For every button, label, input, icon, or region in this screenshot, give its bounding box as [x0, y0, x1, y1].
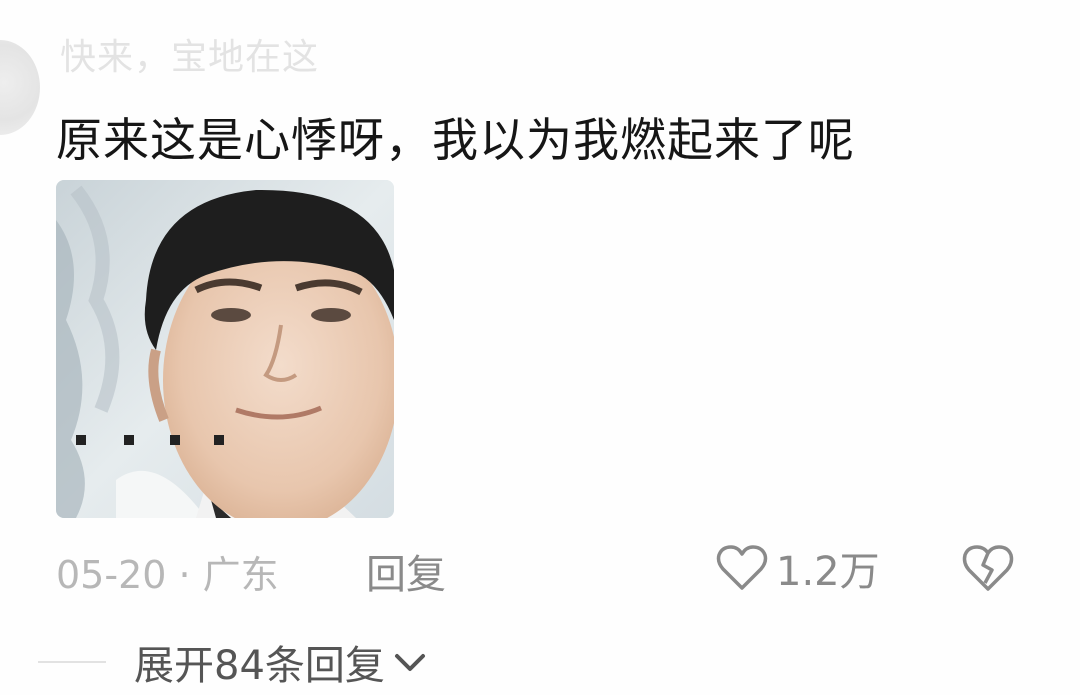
like-count: 1.2万 — [776, 549, 880, 595]
expand-replies-label: 展开84条回复 — [134, 643, 385, 689]
reply-button[interactable]: 回复 — [366, 542, 446, 600]
comment-meta: 05-20 · 广东 回复 1.2万 — [56, 540, 1046, 598]
divider-line — [38, 661, 106, 663]
date-location: 05-20 · 广东 — [56, 553, 279, 597]
avatar[interactable] — [0, 40, 40, 135]
username[interactable]: 快来，宝地在这 — [60, 28, 319, 80]
expand-replies-button[interactable]: 展开84条回复 — [38, 636, 427, 689]
comment-screen: 快来，宝地在这 原来这是心悸呀，我以为我燃起来了呢 05-20 · 广东 回复 … — [0, 0, 1080, 695]
chevron-down-icon — [393, 650, 427, 674]
dislike-button[interactable] — [961, 540, 1015, 596]
meme-image[interactable] — [56, 180, 394, 518]
heart-icon — [716, 545, 768, 590]
like-button[interactable]: 1.2万 — [716, 540, 880, 596]
comment-text: 原来这是心悸呀，我以为我燃起来了呢 — [56, 113, 855, 167]
broken-heart-icon — [962, 545, 1014, 591]
meme-photo-icon — [56, 180, 394, 518]
